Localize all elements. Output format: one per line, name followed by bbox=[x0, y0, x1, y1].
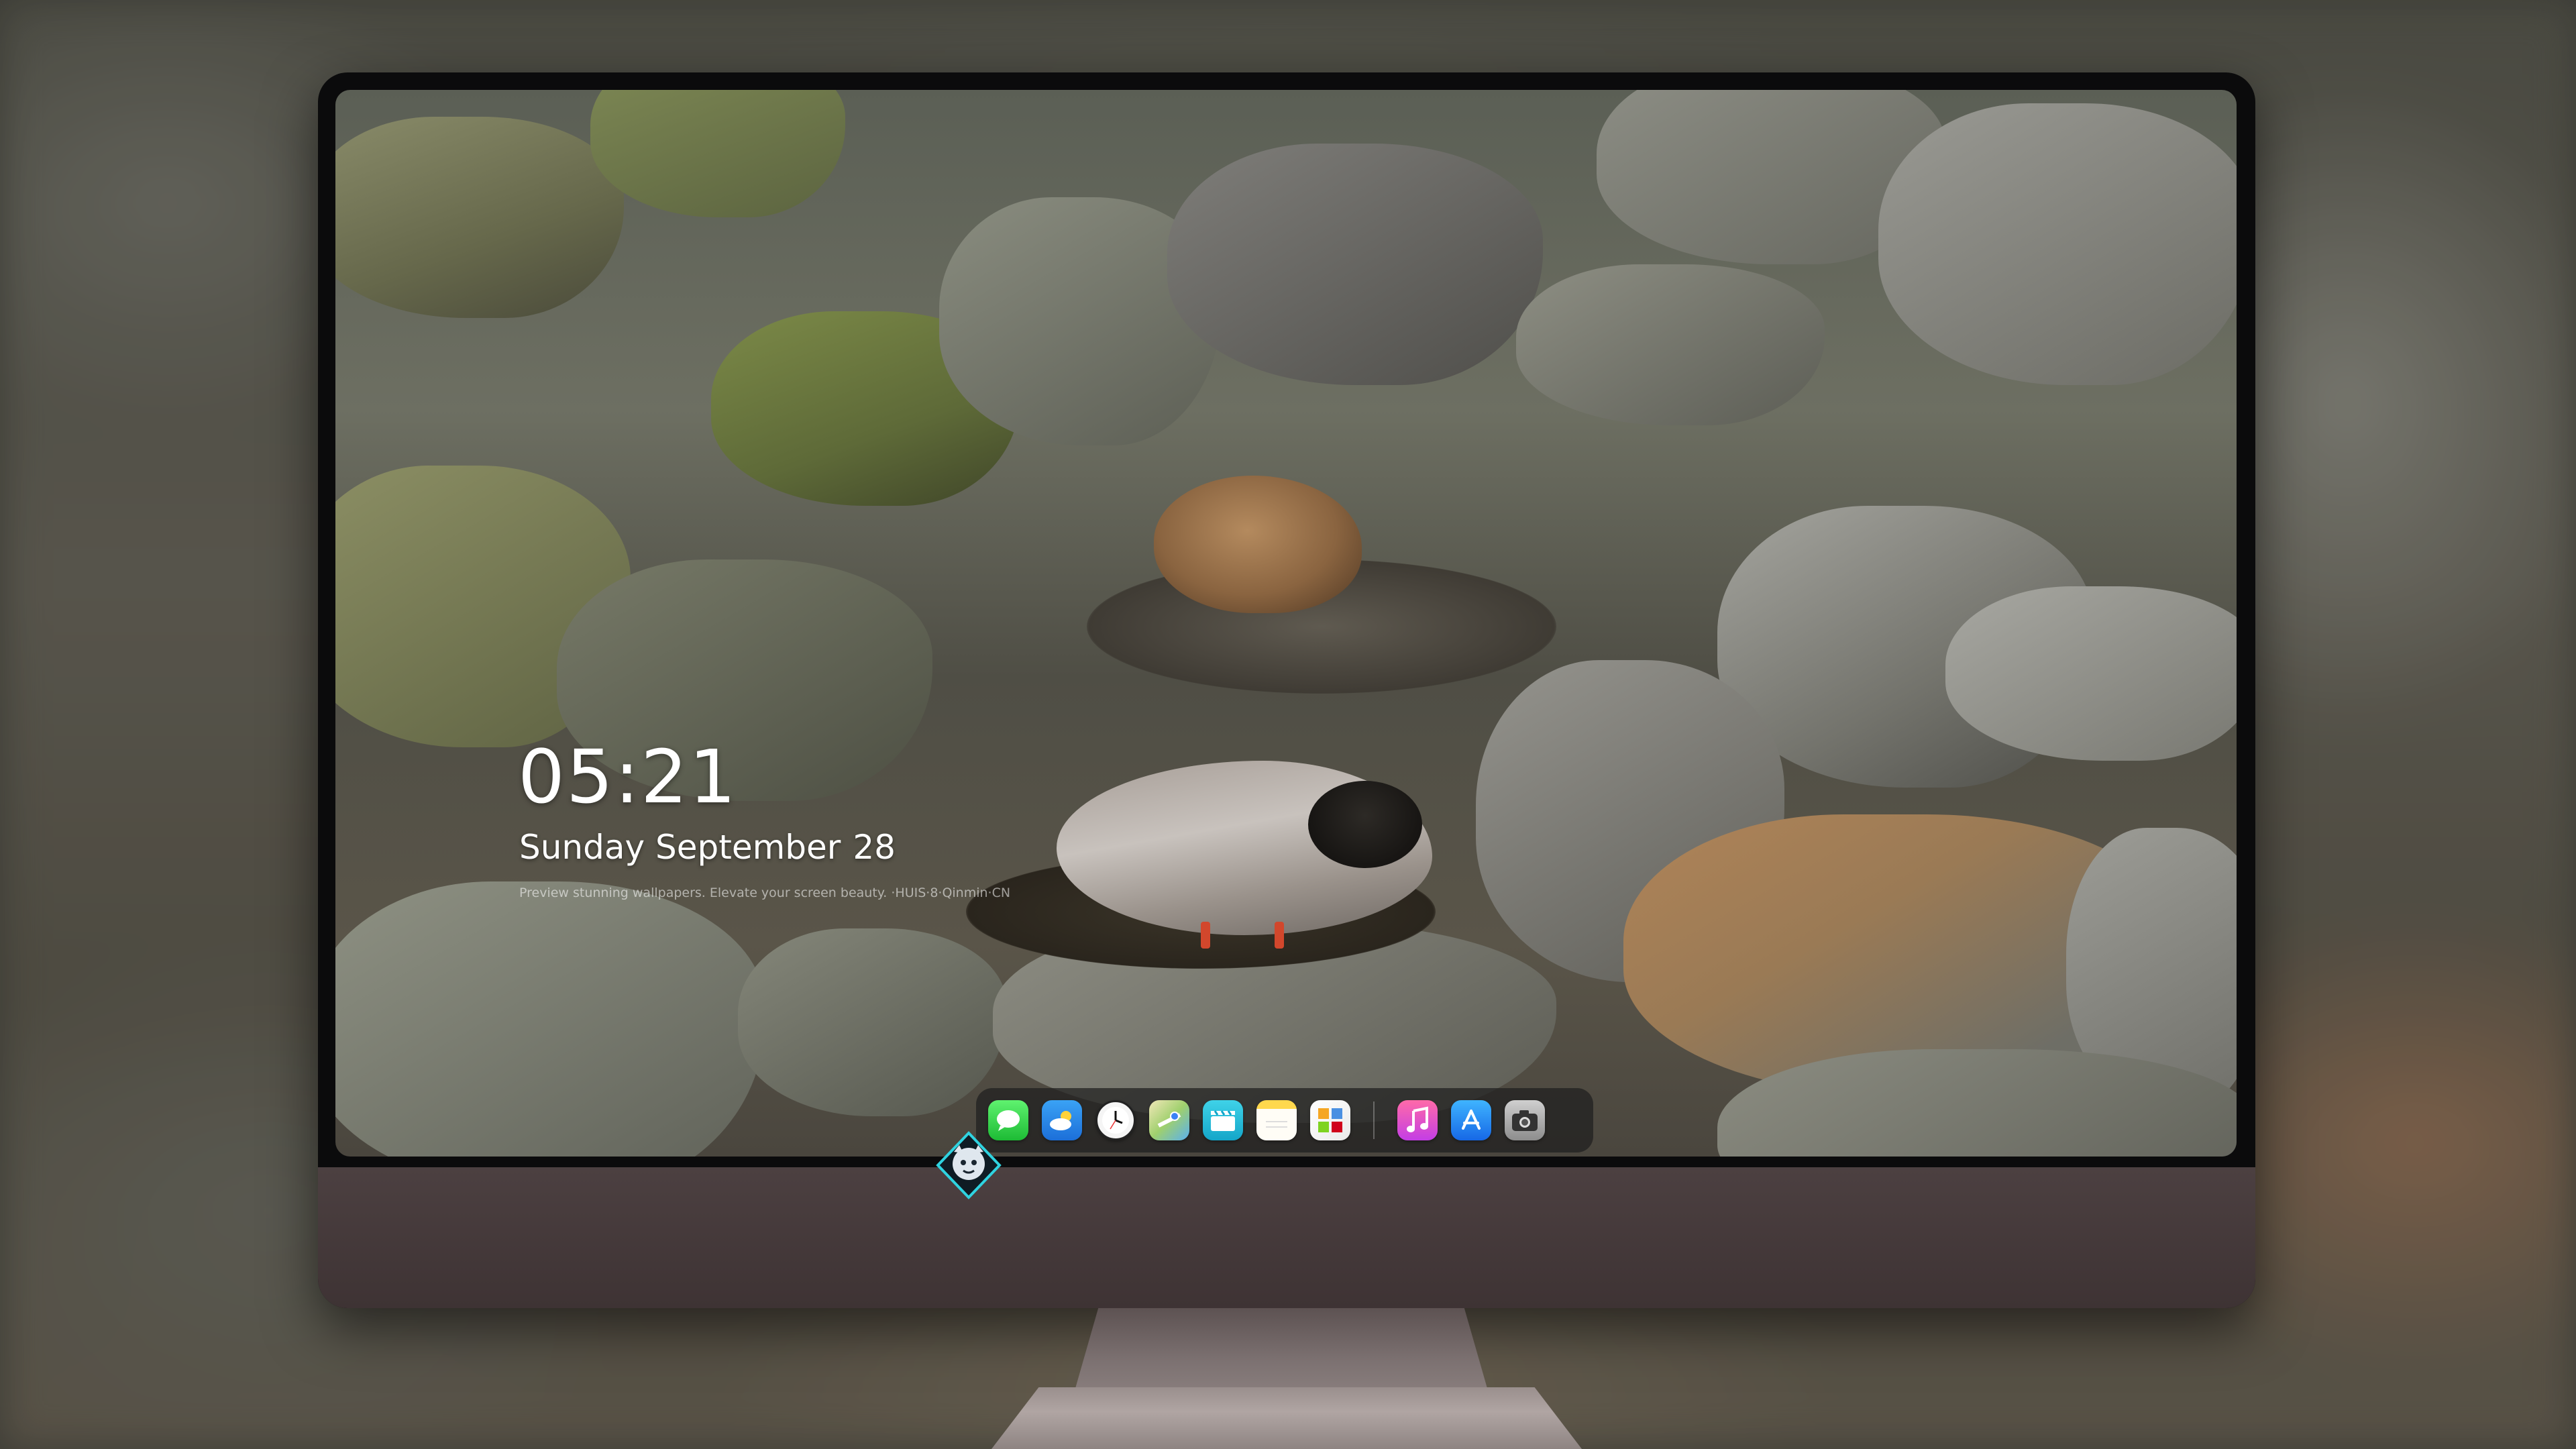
wallpaper-rock bbox=[1167, 144, 1543, 385]
dock-separator bbox=[1373, 1102, 1375, 1139]
wallpaper-rock bbox=[1945, 586, 2237, 761]
wallpaper-rock bbox=[590, 90, 845, 217]
clock-icon[interactable] bbox=[1095, 1100, 1136, 1140]
app-store-icon[interactable] bbox=[1451, 1100, 1491, 1140]
duck-leg bbox=[1275, 922, 1284, 949]
monitor-chin bbox=[318, 1167, 2255, 1308]
wallpaper-rock bbox=[335, 117, 624, 318]
clips-icon[interactable] bbox=[1203, 1100, 1243, 1140]
camera-icon[interactable] bbox=[1505, 1100, 1545, 1140]
duck-leg bbox=[1201, 922, 1210, 949]
dock bbox=[976, 1088, 1593, 1152]
monitor-stand-neck bbox=[1073, 1308, 1489, 1395]
brand-logo-icon bbox=[936, 1131, 1002, 1199]
notes-icon[interactable] bbox=[1256, 1100, 1297, 1140]
lock-screen-weekday-month: Sunday September bbox=[519, 828, 841, 867]
wallpaper-rock bbox=[738, 928, 1006, 1116]
monitor: 05:21 Sunday September 28 Preview stunnin… bbox=[318, 72, 2255, 1308]
lock-screen-time: 05:21 bbox=[518, 734, 738, 820]
weather-icon[interactable] bbox=[1042, 1100, 1082, 1140]
wallpaper-rock bbox=[1516, 264, 1825, 425]
wallpaper-rock bbox=[335, 881, 765, 1157]
wallpaper-rock bbox=[1878, 103, 2237, 385]
photos-icon[interactable] bbox=[1310, 1100, 1350, 1140]
duck-hen bbox=[1154, 476, 1362, 613]
music-icon[interactable] bbox=[1397, 1100, 1438, 1140]
monitor-stand-base bbox=[991, 1387, 1582, 1449]
duck-drake-head bbox=[1308, 781, 1422, 868]
wallpaper bbox=[335, 90, 2237, 1157]
screen: 05:21 Sunday September 28 Preview stunnin… bbox=[335, 90, 2237, 1157]
lock-screen-day: 28 bbox=[853, 828, 896, 867]
lock-screen-date: Sunday September 28 bbox=[519, 828, 896, 867]
lock-screen-caption: Preview stunning wallpapers. Elevate you… bbox=[519, 885, 1011, 900]
maps-icon[interactable] bbox=[1149, 1100, 1189, 1140]
